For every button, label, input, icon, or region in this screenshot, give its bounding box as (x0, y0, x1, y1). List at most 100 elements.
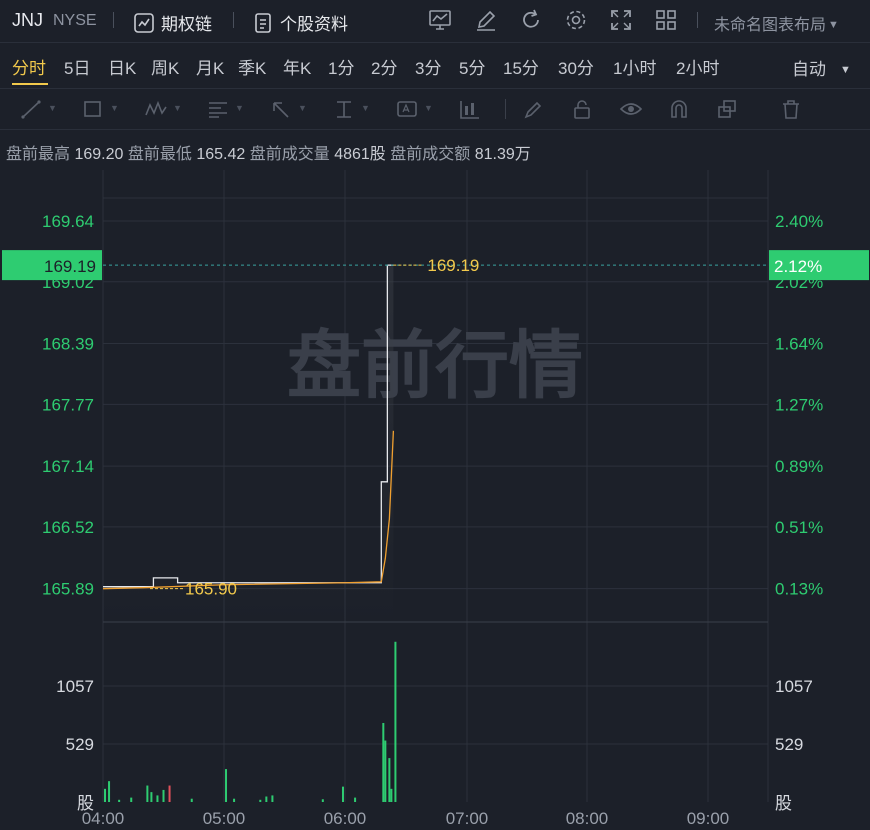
settings-gear-icon[interactable] (564, 8, 588, 32)
volume-tick-label: 529 (66, 735, 94, 754)
percent-tick-label: 0.13% (775, 580, 823, 599)
time-tick-label: 05:00 (203, 809, 246, 828)
layout-name-label: 未命名图表布局 (714, 17, 827, 34)
caret-down-icon[interactable]: ▼ (110, 103, 119, 113)
tab-13[interactable]: 1小时 (613, 54, 656, 79)
tab-0[interactable]: 分时 (12, 54, 46, 79)
ticker-symbol: JNJ (12, 10, 43, 30)
volume-bar (341, 786, 344, 802)
volume-bar (321, 799, 324, 802)
eye-icon[interactable] (619, 99, 643, 119)
volume-bar (104, 788, 107, 802)
volume-bar (130, 797, 133, 802)
tab-6[interactable]: 年K (283, 54, 311, 79)
scale-mode-label: 自动 (792, 60, 826, 79)
volume-value: 4861股 (334, 146, 386, 163)
pattern-tool-icon[interactable] (145, 99, 167, 119)
tab-9[interactable]: 3分 (415, 54, 441, 79)
volume-bar (118, 799, 121, 802)
time-tick-label: 08:00 (566, 809, 609, 828)
volume-bar (354, 797, 357, 802)
intraday-chart[interactable]: 盘前行情169.19165.90169.64 2.40%169.02 2.02%16… (0, 166, 870, 830)
tab-7[interactable]: 1分 (328, 54, 354, 79)
price-tick-label: 166.52 (42, 518, 94, 537)
volume-bar (233, 798, 236, 802)
scale-mode-selector[interactable]: 自动 ▼ (792, 55, 851, 80)
indicator-tool-icon[interactable] (459, 99, 481, 119)
caret-down-icon[interactable]: ▼ (173, 103, 182, 113)
chart-type-icon[interactable] (428, 8, 452, 32)
tab-8[interactable]: 2分 (371, 54, 397, 79)
volume-bar (225, 769, 228, 802)
volume-bar (108, 781, 111, 802)
price-tick-label: 165.89 (42, 580, 94, 599)
tab-14[interactable]: 2小时 (676, 54, 719, 79)
price-tick-label: 167.77 (42, 395, 94, 414)
volume-bar (390, 788, 393, 802)
tab-10[interactable]: 5分 (459, 54, 485, 79)
volume-bar (388, 758, 391, 802)
divider (233, 12, 234, 28)
volume-bar (156, 795, 159, 802)
caret-down-icon[interactable]: ▼ (361, 103, 370, 113)
volume-tick-label: 529 (775, 735, 803, 754)
rect-tool-icon[interactable] (82, 99, 104, 119)
options-chain-icon (134, 12, 154, 33)
tab-12[interactable]: 30分 (558, 54, 594, 79)
edit-icon[interactable] (474, 8, 498, 32)
fullscreen-icon[interactable] (609, 8, 633, 32)
options-chain-button[interactable]: 期权链 (133, 10, 212, 35)
last-price-badge-text: 169.19 (44, 257, 96, 276)
volume-bar (271, 795, 274, 802)
percent-tick-label: 0.89% (775, 457, 823, 476)
tab-2[interactable]: 日K (108, 54, 136, 79)
layers-icon[interactable] (716, 99, 738, 119)
brush-tool-icon[interactable] (522, 99, 544, 119)
volume-bar (190, 798, 193, 802)
percent-tick-label: 1.27% (775, 395, 823, 414)
high-value: 169.20 (74, 146, 124, 163)
price-tick-label: 167.14 (42, 457, 94, 476)
refresh-icon[interactable] (519, 8, 543, 32)
fib-tool-icon[interactable] (207, 99, 229, 119)
layout-selector[interactable]: 未命名图表布局 ▼ (714, 11, 839, 35)
volume-tick-label: 1057 (56, 677, 94, 696)
low-value: 165.42 (196, 146, 246, 163)
tab-1[interactable]: 5日 (64, 54, 90, 79)
volume-bar (382, 722, 385, 802)
document-icon (255, 12, 271, 33)
percent-tick-label: 1.64% (775, 335, 823, 354)
tab-3[interactable]: 周K (151, 54, 179, 79)
volume-bar (265, 796, 268, 802)
line-tool-icon[interactable] (20, 99, 42, 119)
time-tick-label: 09:00 (687, 809, 730, 828)
stock-profile-button[interactable]: 个股资料 (252, 10, 348, 35)
divider (697, 12, 698, 28)
active-tab-underline (12, 83, 48, 85)
trash-icon[interactable] (780, 99, 802, 119)
caret-down-icon[interactable]: ▼ (298, 103, 307, 113)
lock-icon[interactable] (571, 99, 593, 119)
tab-11[interactable]: 15分 (503, 54, 539, 79)
stock-profile-label: 个股资料 (280, 15, 348, 34)
amount-label: 盘前成交额 (390, 146, 471, 163)
caret-down-icon[interactable]: ▼ (48, 103, 57, 113)
top-bar: JNJ NYSE 期权链 个股资料 未命名图表布局 ▼ (0, 0, 870, 43)
volume-bar (150, 792, 153, 802)
measure-tool-icon[interactable] (333, 99, 355, 119)
options-chain-label: 期权链 (161, 15, 212, 34)
caret-down-icon[interactable]: ▼ (235, 103, 244, 113)
caret-down-icon[interactable]: ▼ (424, 103, 433, 113)
text-tool-icon[interactable] (396, 99, 418, 119)
volume-unit-label: 股 (775, 794, 792, 813)
tab-4[interactable]: 月K (196, 54, 224, 79)
arrow-tool-icon[interactable] (270, 99, 292, 119)
grid-layout-icon[interactable] (654, 8, 678, 32)
exchange-label: NYSE (53, 12, 97, 29)
percent-tick-label: 2.40% (775, 212, 823, 231)
tab-5[interactable]: 季K (238, 54, 266, 79)
amount-value: 81.39万 (474, 146, 531, 163)
volume-bar (259, 799, 262, 802)
magnet-icon[interactable] (668, 99, 690, 119)
last-price-label: 169.19 (427, 256, 479, 275)
